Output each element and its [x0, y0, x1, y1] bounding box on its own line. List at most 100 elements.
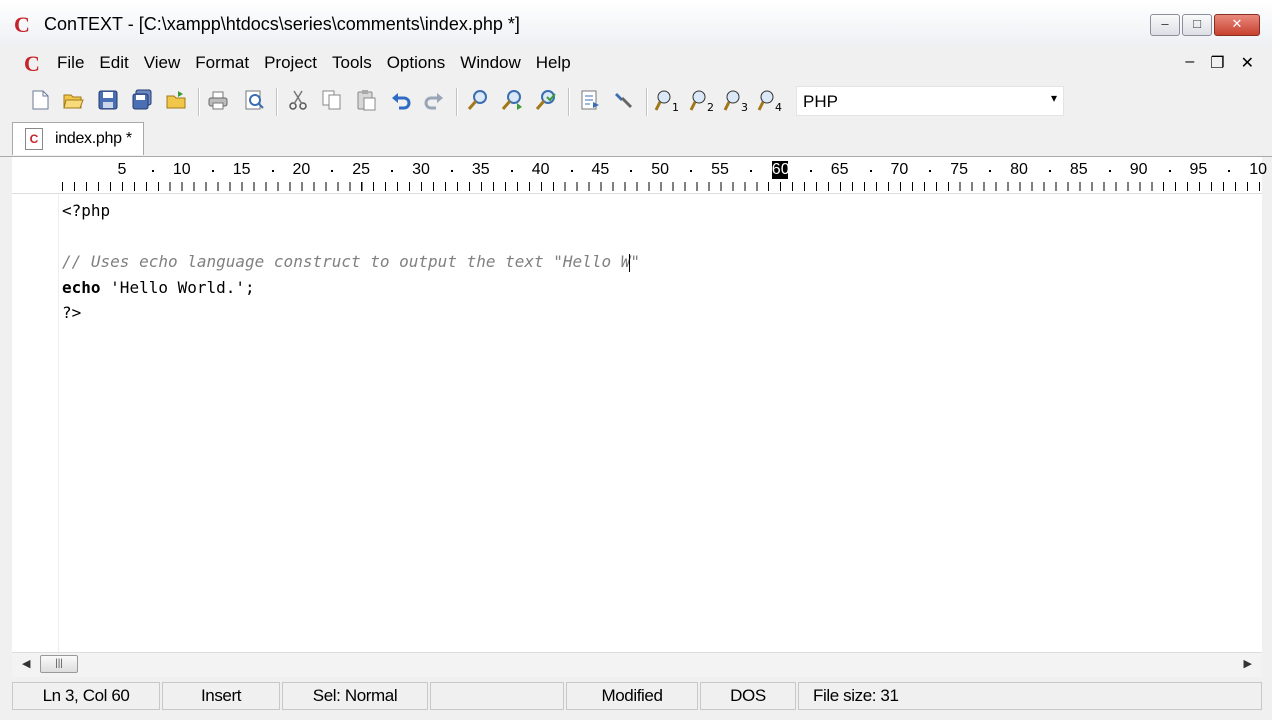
tab-index-php[interactable]: C index.php *: [12, 122, 144, 155]
open-file-icon[interactable]: [61, 89, 85, 113]
document-menu-icon[interactable]: C: [24, 51, 40, 77]
export-icon[interactable]: [578, 89, 602, 113]
cut-icon[interactable]: [286, 89, 310, 113]
status-position: Ln 3, Col 60: [12, 682, 160, 710]
paste-icon[interactable]: [354, 89, 378, 113]
menu-list: File Edit View Format Project Tools Opti…: [57, 53, 586, 73]
ruler-number: 35: [471, 161, 490, 178]
ruler-dot: [869, 170, 872, 172]
code-line[interactable]: ?>: [62, 300, 640, 326]
chevron-down-icon[interactable]: ▾: [1051, 91, 1057, 105]
ruler-dot: [1228, 170, 1231, 172]
document-window-controls: – ❐ ✕: [1169, 53, 1254, 73]
ruler-number: 45: [591, 161, 610, 178]
ruler-dot: [1168, 170, 1171, 172]
ruler-dot: [690, 170, 693, 172]
ruler-dot: [929, 170, 932, 172]
ruler-dot: [749, 170, 752, 172]
ruler-dot: [450, 170, 453, 172]
toolbar-separator: [456, 88, 458, 116]
horizontal-scrollbar[interactable]: ◀ ||| ▶: [12, 652, 1262, 677]
scroll-right-icon[interactable]: ▶: [1244, 657, 1252, 670]
doc-restore-button[interactable]: ❐: [1210, 53, 1224, 73]
menu-window[interactable]: Window: [460, 53, 520, 73]
highlighter-select[interactable]: PHP ▾: [796, 86, 1064, 116]
svg-text:4: 4: [775, 101, 782, 113]
user-tool-3-icon[interactable]: 3: [723, 89, 751, 114]
status-modified: Modified: [566, 682, 698, 710]
app-logo-icon: C: [14, 12, 30, 37]
menu-edit[interactable]: Edit: [99, 53, 128, 73]
find-icon[interactable]: [466, 89, 490, 113]
ruler-number: 10: [172, 161, 191, 178]
code-line[interactable]: [62, 224, 640, 250]
print-preview-icon[interactable]: [242, 89, 266, 113]
code-token: ?>: [62, 303, 82, 322]
ruler-dot: [809, 170, 812, 172]
ruler-number: 10: [1249, 161, 1268, 178]
ruler-dot: [1108, 170, 1111, 172]
menu-format[interactable]: Format: [195, 53, 249, 73]
toolbar-separator: [276, 88, 278, 116]
menu-file[interactable]: File: [57, 53, 84, 73]
doc-close-button[interactable]: ✕: [1241, 53, 1254, 73]
code-string: 'Hello World.': [110, 277, 246, 297]
user-tool-2-icon[interactable]: 2: [689, 89, 717, 114]
maximize-button[interactable]: □: [1182, 14, 1212, 36]
code-line[interactable]: // Uses echo language construct to outpu…: [62, 249, 640, 275]
tab-bar: C index.php *: [0, 122, 1272, 157]
ruler-number: 30: [412, 161, 430, 178]
close-button[interactable]: ✕: [1214, 14, 1260, 36]
user-tool-1-icon[interactable]: 1: [654, 89, 682, 114]
code-comment: // Uses echo language construct to outpu…: [62, 252, 631, 271]
code-line[interactable]: echo 'Hello World.';: [62, 275, 640, 301]
menu-tools[interactable]: Tools: [332, 53, 372, 73]
code-editor[interactable]: <?php // Uses echo language construct to …: [12, 194, 1262, 652]
ruler-dot: [331, 170, 334, 172]
code-line[interactable]: <?php: [62, 198, 640, 224]
status-file-size: File size: 31: [798, 682, 1262, 710]
ruler-dot: [211, 170, 214, 172]
undo-icon[interactable]: [389, 89, 413, 113]
print-icon[interactable]: [206, 89, 230, 113]
svg-text:1: 1: [672, 101, 679, 113]
status-bar: Ln 3, Col 60 Insert Sel: Normal Modified…: [12, 682, 1262, 712]
scroll-left-icon[interactable]: ◀: [22, 657, 30, 670]
new-file-icon[interactable]: [28, 89, 52, 113]
status-line-ending: DOS: [700, 682, 796, 710]
menu-options[interactable]: Options: [387, 53, 446, 73]
title-bar: C ConTEXT - [C:\xampp\htdocs\series\comm…: [0, 0, 1272, 46]
minimize-button[interactable]: –: [1150, 14, 1180, 36]
scrollbar-thumb[interactable]: |||: [40, 655, 78, 673]
code-token: ;: [245, 277, 255, 297]
code-token: <?php: [62, 201, 111, 220]
save-all-icon[interactable]: [130, 89, 154, 113]
open-folder-icon[interactable]: [164, 89, 188, 113]
doc-minimize-button[interactable]: –: [1185, 53, 1194, 73]
tool-icon[interactable]: [612, 89, 636, 113]
document-icon: C: [25, 128, 43, 150]
ruler-dot: [391, 170, 394, 172]
ruler-number: 5: [117, 161, 127, 178]
redo-icon[interactable]: [422, 89, 446, 113]
toolbar-separator: [568, 88, 570, 116]
copy-icon[interactable]: [320, 89, 344, 113]
replace-icon[interactable]: [534, 89, 558, 113]
toolbar: 1 2 3 4: [0, 82, 1272, 120]
ruler-number: 70: [890, 161, 909, 178]
status-blank: [430, 682, 564, 710]
user-tool-4-icon[interactable]: 4: [757, 89, 785, 114]
ruler-number: 75: [950, 161, 969, 178]
code-comment: ": [630, 252, 640, 271]
menu-project[interactable]: Project: [264, 53, 317, 73]
status-mode: Insert: [162, 682, 280, 710]
ruler-number: 80: [1010, 161, 1028, 178]
svg-text:2: 2: [707, 101, 714, 113]
menu-view[interactable]: View: [144, 53, 181, 73]
menu-help[interactable]: Help: [536, 53, 571, 73]
ruler-number: 65: [830, 161, 849, 178]
find-next-icon[interactable]: [500, 89, 524, 113]
code-text[interactable]: <?php // Uses echo language construct to …: [62, 198, 640, 326]
save-icon[interactable]: [96, 89, 120, 113]
